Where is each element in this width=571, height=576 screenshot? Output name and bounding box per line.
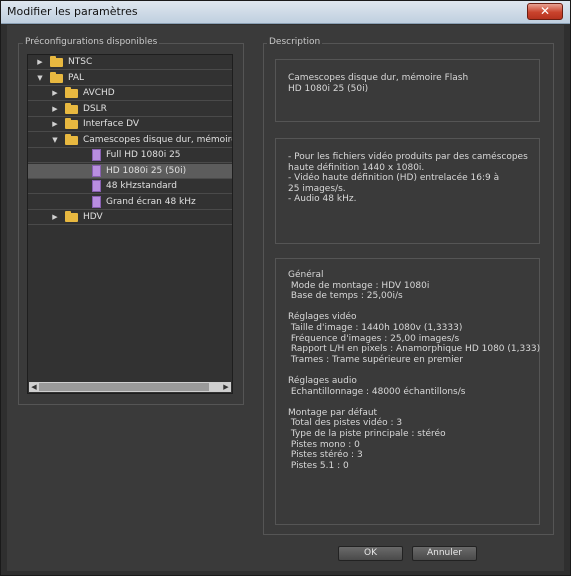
tree-row-label: NTSC: [68, 57, 93, 67]
close-button[interactable]: ✕: [527, 3, 563, 20]
expanded-arrow-icon[interactable]: ▼: [36, 71, 44, 85]
summary-line: Pistes mono : 0: [288, 439, 360, 450]
collapsed-arrow-icon[interactable]: ▶: [51, 210, 59, 224]
tree-row[interactable]: ▼ Camescopes disque dur, mémoire Fl.: [28, 133, 232, 148]
tree-row[interactable]: ▶ DSLR: [28, 102, 232, 117]
preset-file-icon: [92, 195, 101, 208]
close-icon: ✕: [539, 4, 551, 18]
tree-row-label: Grand écran 48 kHz: [106, 196, 196, 207]
tree-row-label: DSLR: [83, 103, 107, 114]
ok-button[interactable]: OK: [338, 546, 403, 561]
summary-line: Taille d'image : 1440h 1080v (1,3333): [288, 323, 463, 333]
preset-file-icon: [92, 149, 101, 161]
tree-row[interactable]: Grand écran 48 kHz: [28, 195, 232, 210]
scroll-right-icon[interactable]: ▶: [221, 382, 231, 392]
tree-row-label: AVCHD: [83, 88, 115, 98]
scrollbar-thumb[interactable]: [39, 383, 209, 391]
tree-row-label: Camescopes disque dur, mémoire Fl.: [83, 134, 232, 145]
preset-file-icon: [92, 164, 101, 177]
summary-line: Réglages audio: [288, 376, 357, 386]
note-line: haute définition 1440 x 1080i.: [288, 162, 425, 173]
preset-file-icon: [92, 180, 101, 192]
tree-row[interactable]: HD 1080i 25 (50i): [28, 163, 232, 179]
tree-row-label: HD 1080i 25 (50i): [106, 165, 187, 176]
summary-line: Total des pistes vidéo : 3: [288, 418, 403, 429]
window-title: Modifier les paramètres: [7, 5, 138, 18]
folder-icon: [65, 87, 78, 98]
tree-row-label: Full HD 1080i 25: [106, 150, 181, 160]
horizontal-scrollbar[interactable]: ◀ ▶: [29, 382, 231, 392]
preset-summary-panel: Général Mode de montage : HDV 1080i Base…: [275, 258, 540, 525]
presets-tree[interactable]: ▶ HDV Grand écran 48 kHz 48 kHzstandard HD 1…: [27, 54, 233, 394]
folder-icon: [65, 102, 78, 114]
cancel-button[interactable]: Annuler: [412, 546, 477, 561]
tree-row[interactable]: ▶ HDV: [28, 210, 232, 225]
summary-line: Rapport L/H en pixels : Anamorphique HD …: [288, 344, 541, 355]
modify-settings-dialog: Modifier les paramètres ✕ Préconfigurati…: [0, 0, 571, 576]
summary-line: Type de la piste principale : stéréo: [288, 429, 446, 439]
tree-row[interactable]: ▶ AVCHD: [28, 86, 232, 101]
preset-name-panel: Camescopes disque dur, mémoire Flash HD …: [275, 59, 540, 122]
note-line: - Pour les fichiers vidéo produits par d…: [288, 152, 528, 162]
tree-row-label: PAL: [68, 72, 85, 83]
tree-row[interactable]: 48 kHzstandard: [28, 179, 232, 194]
summary-line: Fréquence d'images : 25,00 images/s: [288, 333, 460, 344]
description-label: Description: [267, 37, 323, 47]
summary-line: Réglages vidéo: [288, 312, 357, 323]
folder-icon: [65, 211, 78, 222]
preset-notes-panel: - Pour les fichiers vidéo produits par d…: [275, 138, 540, 244]
summary-line: Echantillonnage : 48000 échantillons/s: [288, 386, 466, 397]
note-line: 25 images/s.: [288, 183, 346, 194]
summary-line: Base de temps : 25,00i/s: [288, 291, 403, 302]
tree-row[interactable]: Full HD 1080i 25: [28, 148, 232, 163]
summary-line: Mode de montage : HDV 1080i: [288, 280, 430, 291]
note-line: - Vidéo haute définition (HD) entrelacée…: [288, 173, 500, 183]
presets-label: Préconfigurations disponibles: [23, 37, 160, 47]
tree-row-label: 48 kHzstandard: [106, 181, 177, 191]
tree-row[interactable]: ▶ NTSC: [28, 55, 232, 70]
folder-icon: [65, 118, 78, 129]
collapsed-arrow-icon[interactable]: ▶: [51, 117, 59, 131]
folder-icon: [50, 71, 63, 83]
summary-line: Général: [288, 270, 324, 280]
preset-category: Camescopes disque dur, mémoire Flash: [288, 73, 469, 83]
scroll-left-icon[interactable]: ◀: [29, 382, 39, 392]
tree-row-label: Interface DV: [83, 119, 140, 129]
summary-line: Trames : Trame supérieure en premier: [288, 354, 463, 365]
summary-line: Pistes 5.1 : 0: [288, 460, 349, 471]
folder-icon: [50, 56, 63, 67]
expanded-arrow-icon[interactable]: ▼: [51, 133, 59, 147]
note-line: - Audio 48 kHz.: [288, 194, 357, 204]
preset-name: HD 1080i 25 (50i): [288, 84, 369, 94]
collapsed-arrow-icon[interactable]: ▶: [51, 86, 59, 100]
collapsed-arrow-icon[interactable]: ▶: [51, 102, 59, 116]
folder-icon: [65, 133, 78, 145]
summary-line: Pistes stéréo : 3: [288, 450, 363, 461]
title-bar[interactable]: Modifier les paramètres ✕: [1, 1, 570, 24]
collapsed-arrow-icon[interactable]: ▶: [36, 55, 44, 69]
tree-row-label: HDV: [83, 212, 103, 222]
tree-row[interactable]: ▶ Interface DV: [28, 117, 232, 132]
tree-row[interactable]: ▼ PAL: [28, 71, 232, 86]
